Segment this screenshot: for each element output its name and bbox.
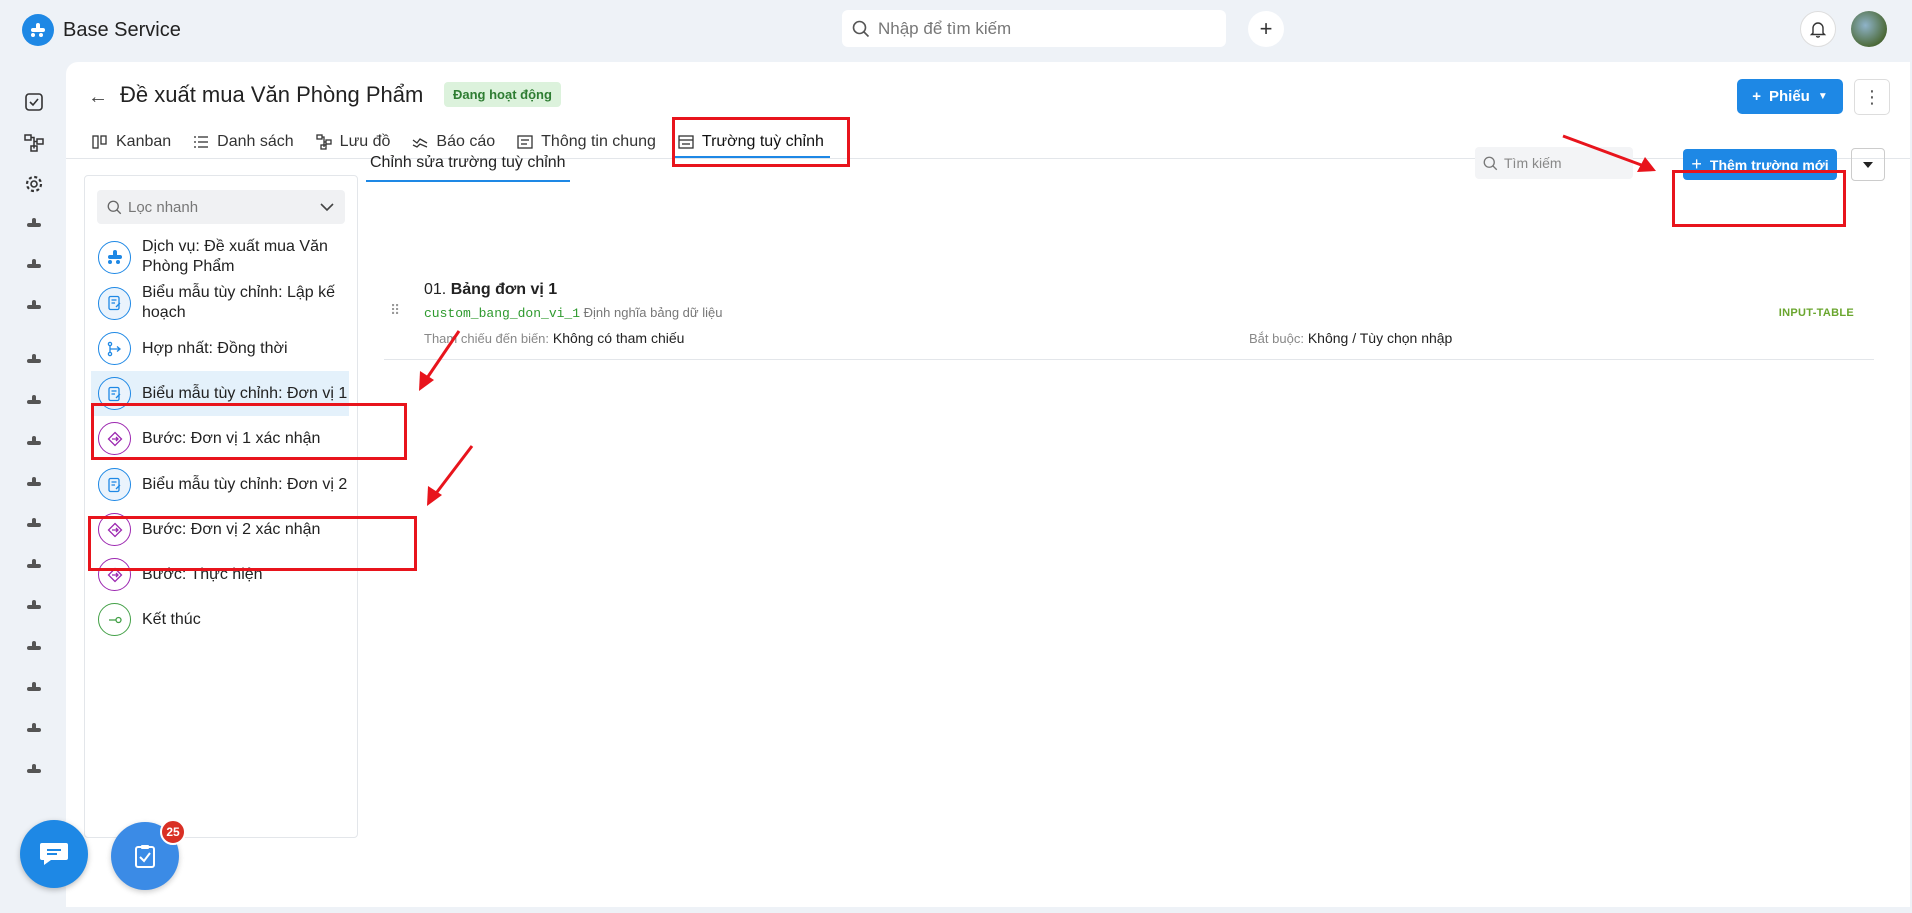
notification-bell-icon[interactable] bbox=[1800, 11, 1836, 47]
sidebar-item-end[interactable]: Kết thúc bbox=[91, 597, 349, 642]
end-icon bbox=[98, 603, 131, 636]
page-title: Đề xuất mua Văn Phòng Phẩm bbox=[120, 82, 424, 107]
service-icon[interactable] bbox=[22, 759, 46, 783]
highlight-form-unit-1 bbox=[91, 403, 407, 460]
sidebar-item-service[interactable]: Dịch vụ: Đề xuất mua Văn Phòng Phẩm bbox=[91, 234, 349, 280]
workflow-sidebar: Dịch vụ: Đề xuất mua Văn Phòng Phẩm Biểu… bbox=[84, 175, 358, 838]
service-icon[interactable] bbox=[22, 636, 46, 660]
form-icon bbox=[98, 286, 131, 320]
flowchart-icon bbox=[316, 134, 332, 150]
quick-filter-input[interactable] bbox=[128, 198, 308, 216]
search-icon bbox=[107, 200, 122, 214]
plus-icon: + bbox=[1752, 88, 1761, 105]
caret-down-icon: ▼ bbox=[1817, 91, 1828, 102]
list-icon bbox=[194, 136, 209, 148]
sidebar-item-merge[interactable]: Hợp nhất: Đồng thời bbox=[91, 326, 349, 371]
gear-icon[interactable] bbox=[22, 172, 46, 196]
custom-field-row[interactable]: ⠿ 01. Bảng đơn vị 1 custom_bang_don_vi_1… bbox=[384, 260, 1874, 360]
search-input[interactable] bbox=[878, 18, 1198, 39]
more-options-icon[interactable]: ⋮ bbox=[1854, 79, 1890, 115]
form-icon bbox=[98, 468, 131, 501]
chat-icon bbox=[40, 843, 68, 865]
field-search-input[interactable] bbox=[1504, 155, 1624, 171]
field-type-badge: INPUT-TABLE bbox=[1778, 307, 1854, 319]
checkbox-icon[interactable] bbox=[22, 90, 46, 114]
create-button[interactable]: + bbox=[1248, 11, 1284, 47]
global-search[interactable] bbox=[842, 10, 1226, 47]
service-icon bbox=[98, 240, 131, 274]
field-required: Bắt buộc: Không / Tùy chọn nhập bbox=[1249, 330, 1453, 346]
tab-list[interactable]: Danh sách bbox=[193, 126, 294, 158]
highlight-add-field-button bbox=[1672, 170, 1846, 227]
status-badge: Đang hoạt động bbox=[444, 82, 561, 107]
service-icon[interactable] bbox=[22, 431, 46, 455]
new-ticket-button[interactable]: + Phiếu ▼ bbox=[1737, 79, 1843, 114]
field-code: custom_bang_don_vi_1 bbox=[424, 306, 581, 321]
top-bar: Base Service + bbox=[0, 0, 1912, 61]
quick-filter[interactable] bbox=[97, 190, 345, 224]
caret-down-icon bbox=[1863, 161, 1873, 168]
tabs-divider bbox=[66, 158, 1910, 159]
highlight-form-unit-2 bbox=[88, 516, 417, 571]
search-icon bbox=[852, 20, 870, 37]
left-rail bbox=[0, 62, 66, 913]
field-reference: Tham chiếu đến biến: Không có tham chiếu bbox=[424, 330, 685, 346]
tab-kanban[interactable]: Kanban bbox=[92, 126, 171, 158]
service-icon[interactable] bbox=[22, 595, 46, 619]
service-icon[interactable] bbox=[22, 718, 46, 742]
field-description: Định nghĩa bảng dữ liệu bbox=[583, 305, 723, 320]
kanban-icon bbox=[92, 135, 107, 149]
service-icon[interactable] bbox=[22, 349, 46, 373]
report-icon bbox=[413, 138, 428, 148]
tab-edit-custom-fields[interactable]: Chỉnh sửa trường tuỳ chỉnh bbox=[366, 154, 570, 182]
field-search[interactable] bbox=[1475, 147, 1633, 179]
service-icon[interactable] bbox=[22, 554, 46, 578]
search-icon bbox=[1483, 156, 1498, 170]
service-icon[interactable] bbox=[22, 677, 46, 701]
service-icon[interactable] bbox=[22, 390, 46, 414]
chevron-down-icon[interactable] bbox=[319, 199, 335, 215]
service-icon[interactable] bbox=[22, 513, 46, 537]
sidebar-item-form-unit-2[interactable]: Biểu mẫu tùy chỉnh: Đơn vị 2 bbox=[91, 462, 349, 507]
clipboard-check-icon bbox=[135, 845, 155, 868]
workflow-icon[interactable] bbox=[22, 131, 46, 155]
info-icon bbox=[517, 135, 533, 149]
highlight-custom-fields-tab bbox=[672, 117, 850, 167]
service-icon[interactable] bbox=[22, 254, 46, 278]
field-code-line: custom_bang_don_vi_1 Định nghĩa bảng dữ … bbox=[424, 305, 722, 321]
task-count-badge: 25 bbox=[160, 819, 186, 845]
service-icon[interactable] bbox=[22, 295, 46, 319]
brand-name: Base Service bbox=[63, 19, 181, 41]
service-icon[interactable] bbox=[22, 472, 46, 496]
app-logo-icon[interactable] bbox=[22, 14, 54, 46]
sidebar-item-form-plan[interactable]: Biểu mẫu tùy chỉnh: Lập kế hoạch bbox=[91, 280, 349, 326]
drag-handle-icon[interactable]: ⠿ bbox=[390, 302, 400, 319]
field-title: 01. Bảng đơn vị 1 bbox=[424, 281, 558, 298]
merge-icon bbox=[98, 332, 131, 365]
back-arrow-icon[interactable]: ← bbox=[88, 86, 108, 109]
service-icon[interactable] bbox=[22, 213, 46, 237]
add-field-dropdown[interactable] bbox=[1851, 148, 1885, 181]
main-panel: ← Đề xuất mua Văn Phòng Phẩm Đang hoạt đ… bbox=[66, 62, 1910, 907]
chat-button[interactable] bbox=[20, 820, 88, 888]
user-avatar[interactable] bbox=[1851, 11, 1887, 47]
